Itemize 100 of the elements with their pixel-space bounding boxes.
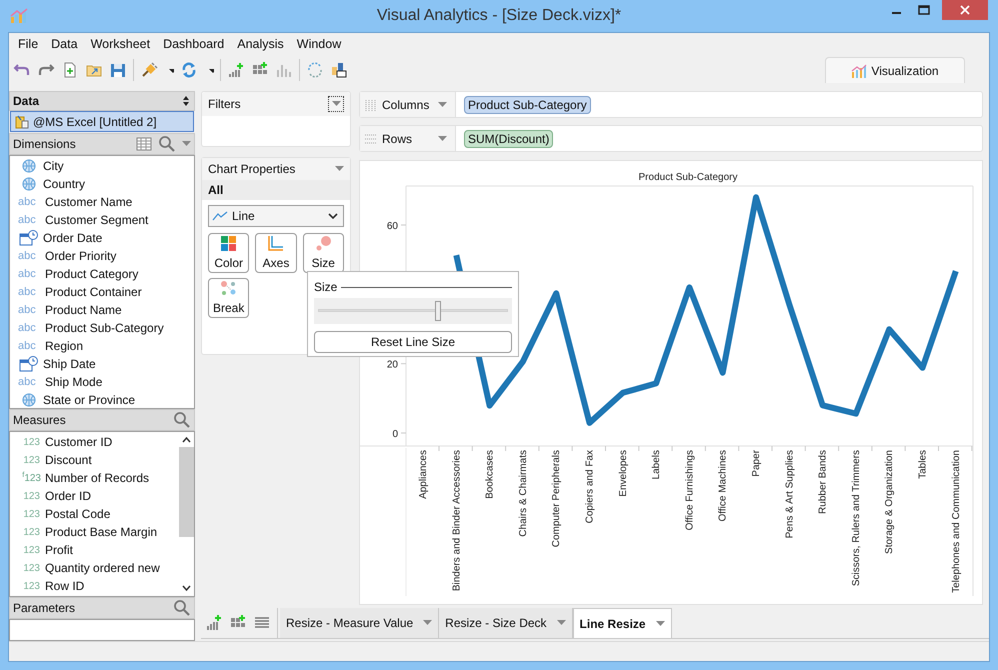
x-tick-label: Binders and Binder Accessories	[451, 450, 462, 592]
save-icon[interactable]	[109, 61, 127, 79]
panel-title: Dimensions	[13, 136, 76, 153]
chart-icon	[851, 64, 868, 78]
sheet-tab[interactable]: Line Resize	[572, 608, 672, 638]
property-button[interactable]: Axes	[255, 233, 297, 273]
panel-title: Parameters	[13, 600, 76, 617]
add-chart-icon[interactable]	[205, 614, 223, 632]
x-tick-label: Paper	[751, 450, 762, 477]
menu-item[interactable]: Analysis	[232, 34, 289, 54]
x-tick-label: Labels	[651, 450, 662, 480]
field-item[interactable]: 123 Quantity ordered new	[10, 559, 179, 577]
field-item[interactable]: abc Order Priority	[10, 247, 194, 265]
columns-icon	[364, 98, 378, 112]
circles-icon	[314, 234, 332, 252]
text-type-label: abc	[18, 284, 37, 300]
field-item[interactable]: City	[10, 157, 194, 175]
field-item[interactable]: 123 Customer ID	[10, 433, 179, 451]
data-source-item[interactable]: @MS Excel [Untitled 2]	[10, 111, 194, 132]
menu-item[interactable]: Dashboard	[158, 34, 230, 54]
field-item[interactable]: abc Product Sub-Category	[10, 319, 194, 337]
x-tick-label: Copiers and Fax	[584, 450, 596, 524]
y-tick-label: 0	[392, 429, 398, 440]
calendar-icon	[18, 230, 40, 246]
field-item[interactable]: 123 Product Base Margin	[10, 523, 179, 541]
field-item[interactable]: 123 Postal Code	[10, 505, 179, 523]
caret-icon	[656, 620, 665, 626]
field-item[interactable]: State or Province	[10, 391, 194, 408]
field-item[interactable]: abc Product Category	[10, 265, 194, 283]
field-item[interactable]: abc Customer Name	[10, 193, 194, 211]
menu-item[interactable]: File	[13, 34, 44, 54]
text-type-label: abc	[18, 212, 37, 228]
x-tick-label: Bookcases	[484, 450, 496, 499]
number-type-label: 123	[22, 490, 41, 504]
close-icon	[960, 5, 970, 15]
x-tick-label: Appliances	[418, 450, 429, 499]
y-tick-label: 20	[386, 360, 398, 371]
window-title: Visual Analytics - [Size Deck.vizx]*	[376, 7, 622, 24]
x-tick-label: Office Furnishings	[684, 450, 696, 530]
refresh-icon[interactable]	[180, 61, 198, 79]
x-tick-label: Computer Peripherals	[551, 450, 562, 548]
field-item[interactable]: Ship Date	[10, 355, 194, 373]
property-button[interactable]: Color	[208, 233, 250, 273]
field-pill[interactable]: Product Sub-Category	[464, 96, 591, 114]
text-type-label: abc	[18, 302, 37, 318]
field-item[interactable]: 123 Row ID	[10, 577, 179, 595]
field-item[interactable]: abc Product Name	[10, 301, 194, 319]
slider-track[interactable]	[318, 301, 508, 321]
database-icon	[15, 114, 29, 128]
axes-icon	[267, 234, 284, 252]
number-type-label: 123	[22, 580, 41, 594]
chevron-icon	[328, 213, 338, 219]
scatter-dots-icon	[220, 280, 238, 296]
field-item[interactable]: 123 Discount	[10, 451, 179, 469]
app-logo-icon	[10, 8, 28, 24]
number-type-label: 123	[22, 562, 41, 576]
field-item[interactable]: abc Ship Mode	[10, 373, 194, 391]
view-tab[interactable]: Visualization	[825, 57, 965, 83]
field-item[interactable]: abc Product Container	[10, 283, 194, 301]
field-item[interactable]: Country	[10, 175, 194, 193]
text-type-label: abc	[18, 320, 37, 336]
menu-item[interactable]: Data	[46, 34, 83, 54]
field-item[interactable]: $^{f}$123 Number of Records	[10, 469, 179, 487]
field-item[interactable]: 123 Profit	[10, 541, 179, 559]
field-item[interactable]: abc Region	[10, 337, 194, 355]
x-tick-label: Storage & Organization	[884, 450, 896, 554]
filters-menu-button[interactable]	[328, 96, 344, 112]
number-type-label: 123	[22, 526, 41, 540]
sheet-tab[interactable]: Resize - Size Deck	[439, 608, 573, 638]
tab-label: Visualization	[871, 62, 939, 80]
search-icon[interactable]	[158, 135, 176, 153]
bar-chart-plus-icon[interactable]	[227, 61, 245, 79]
property-button[interactable]: Size	[302, 233, 344, 273]
number-type-label: 123	[22, 454, 41, 468]
text-type-label: abc	[18, 266, 37, 282]
menu-item[interactable]: Window	[292, 34, 346, 54]
field-pill[interactable]: SUM(Discount)	[464, 130, 554, 148]
x-tick-label: Office Machines	[718, 450, 729, 522]
sort-icon[interactable]	[181, 95, 191, 107]
y-tick-label: 60	[386, 221, 398, 232]
property-button[interactable]: Break	[208, 278, 250, 318]
plug-icon[interactable]	[140, 61, 158, 79]
color-squares-icon	[220, 234, 238, 252]
x-tick-label: Scissors, Rulers and Trimmers	[850, 450, 862, 586]
field-item[interactable]: abc Customer Segment	[10, 211, 194, 229]
reset-button[interactable]: Reset Line Size	[314, 331, 512, 353]
line-chart-icon	[212, 211, 228, 221]
chart-type-dropdown[interactable]: Line	[208, 205, 344, 227]
sheet-tab[interactable]: Resize - Measure Value	[280, 608, 440, 638]
layout-icon[interactable]	[330, 61, 348, 79]
scrollbar-thumb[interactable]	[179, 447, 194, 537]
slider-thumb[interactable]	[434, 301, 441, 321]
menu-item[interactable]: Worksheet	[86, 34, 156, 54]
text-type-label: abc	[18, 194, 37, 210]
dashed-refresh-icon[interactable]	[306, 61, 324, 79]
table-icon[interactable]	[136, 137, 152, 151]
field-item[interactable]: 123 Order ID	[10, 487, 179, 505]
field-item[interactable]: Order Date	[10, 229, 194, 247]
text-type-label: abc	[18, 248, 37, 264]
close-button[interactable]	[942, 0, 988, 20]
